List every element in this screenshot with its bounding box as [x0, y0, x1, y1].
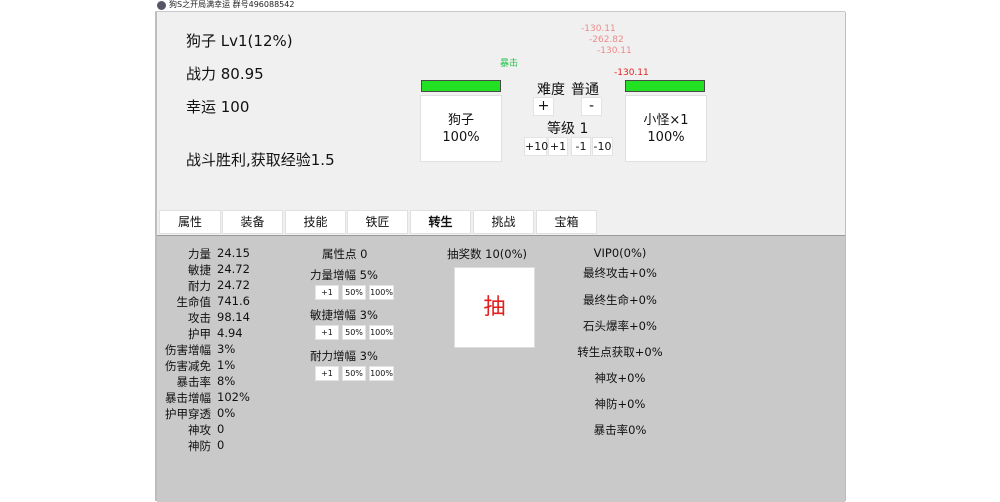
vip-bonus: 最终生命+0% — [583, 293, 657, 307]
stat-label: 神防 — [188, 439, 211, 453]
stamina-plus1-button[interactable]: +1 — [315, 366, 339, 381]
level-minus-1-button[interactable]: -1 — [571, 137, 591, 156]
level-plus-10-button[interactable]: +10 — [524, 137, 548, 156]
vip-bonus: 转生点获取+0% — [577, 345, 663, 359]
stat-value: 0% — [217, 406, 236, 420]
stat-value: 24.72 — [217, 278, 250, 292]
draw-button[interactable]: 抽 — [454, 267, 535, 348]
attribute-points: 属性点 0 — [322, 247, 368, 261]
agility-100pct-button[interactable]: 100% — [369, 325, 394, 340]
enemy-card: 小怪×1 100% — [625, 95, 707, 162]
damage-floater: -262.82 — [589, 35, 624, 45]
tab-chest[interactable]: 宝箱 — [536, 210, 597, 234]
stat-value: 98.14 — [217, 310, 250, 324]
lottery-count: 抽奖数 10(0%) — [447, 247, 528, 261]
stat-label: 敏捷 — [188, 263, 211, 277]
stamina-100pct-button[interactable]: 100% — [369, 366, 394, 381]
stat-value: 0 — [217, 422, 225, 436]
stat-value: 8% — [217, 374, 236, 388]
player-card-hp: 100% — [442, 130, 480, 145]
strength-50pct-button[interactable]: 50% — [342, 285, 366, 300]
stat-value: 24.15 — [217, 246, 250, 260]
difficulty-plus-button[interactable]: + — [533, 97, 554, 116]
stat-label: 伤害增幅 — [165, 343, 211, 357]
vip-level: VIP0(0%) — [593, 246, 647, 260]
tab-equipment[interactable]: 装备 — [222, 210, 283, 234]
damage-floater: -130.11 — [581, 24, 616, 34]
level-minus-10-button[interactable]: -10 — [592, 137, 613, 156]
damage-floater: -130.11 — [597, 46, 632, 56]
strength-boost-label: 力量增幅 5% — [310, 268, 378, 282]
stat-value: 3% — [217, 342, 236, 356]
stage-level: 等级 1 — [547, 121, 589, 137]
stat-value: 1% — [217, 358, 236, 372]
stat-label: 护甲穿透 — [165, 407, 211, 421]
player-card: 狗子 100% — [420, 95, 502, 162]
strength-100pct-button[interactable]: 100% — [369, 285, 394, 300]
player-card-name: 狗子 — [447, 113, 474, 128]
agility-50pct-button[interactable]: 50% — [342, 325, 366, 340]
stat-label: 护甲 — [188, 327, 211, 341]
vip-bonus: 神攻+0% — [594, 371, 646, 385]
stat-label: 暴击率 — [176, 375, 212, 389]
difficulty-value: 普通 — [571, 82, 599, 98]
stat-value: 741.6 — [217, 294, 250, 308]
damage-floater: -130.11 — [614, 68, 649, 78]
stat-value: 4.94 — [217, 326, 243, 340]
stat-value: 0 — [217, 438, 225, 452]
stamina-boost-label: 耐力增幅 3% — [310, 349, 378, 363]
stat-label: 攻击 — [188, 311, 211, 325]
stat-value: 102% — [217, 390, 250, 404]
level-plus-1-button[interactable]: +1 — [548, 137, 568, 156]
vip-bonus: 神防+0% — [594, 397, 646, 411]
vip-bonus: 石头爆率+0% — [583, 319, 657, 333]
vip-bonus: 暴击率0% — [593, 423, 647, 437]
player-power: 战力 80.95 — [186, 65, 264, 83]
stat-label: 神攻 — [188, 423, 211, 437]
window-titlebar: 狗S之开局满幸运 群号496088542 — [155, 0, 845, 12]
window-title: 狗S之开局满幸运 群号496088542 — [169, 0, 295, 9]
stat-label: 伤害减免 — [165, 359, 211, 373]
tab-challenge[interactable]: 挑战 — [473, 210, 534, 234]
stat-label: 暴击增幅 — [165, 391, 211, 405]
tab-blacksmith[interactable]: 铁匠 — [347, 210, 408, 234]
strength-plus1-button[interactable]: +1 — [315, 285, 339, 300]
tab-rebirth[interactable]: 转生 — [410, 210, 471, 234]
stamina-50pct-button[interactable]: 50% — [342, 366, 366, 381]
player-hp-bar — [421, 80, 501, 92]
tab-skills[interactable]: 技能 — [285, 210, 346, 234]
stat-label: 耐力 — [188, 279, 211, 293]
difficulty-minus-button[interactable]: - — [581, 97, 602, 116]
stat-label: 力量 — [188, 247, 211, 261]
player-luck: 幸运 100 — [186, 98, 250, 116]
agility-boost-label: 敏捷增幅 3% — [310, 308, 378, 322]
player-hp-fill — [422, 81, 500, 91]
enemy-hp-bar — [625, 80, 705, 92]
difficulty-label: 难度 — [537, 82, 565, 98]
enemy-card-hp: 100% — [647, 130, 685, 145]
stat-value: 24.72 — [217, 262, 250, 276]
stat-label: 生命值 — [176, 295, 212, 309]
enemy-card-name: 小怪×1 — [643, 113, 689, 128]
agility-plus1-button[interactable]: +1 — [315, 325, 339, 340]
battle-result: 战斗胜利,获取经验1.5 — [186, 151, 335, 169]
vip-bonus: 最终攻击+0% — [583, 266, 657, 280]
tab-attributes[interactable]: 属性 — [159, 210, 221, 234]
app-icon — [157, 1, 166, 10]
enemy-hp-fill — [626, 81, 704, 91]
crit-floater: 暴击 — [500, 59, 519, 69]
player-name-level: 狗子 Lv1(12%) — [186, 32, 293, 50]
